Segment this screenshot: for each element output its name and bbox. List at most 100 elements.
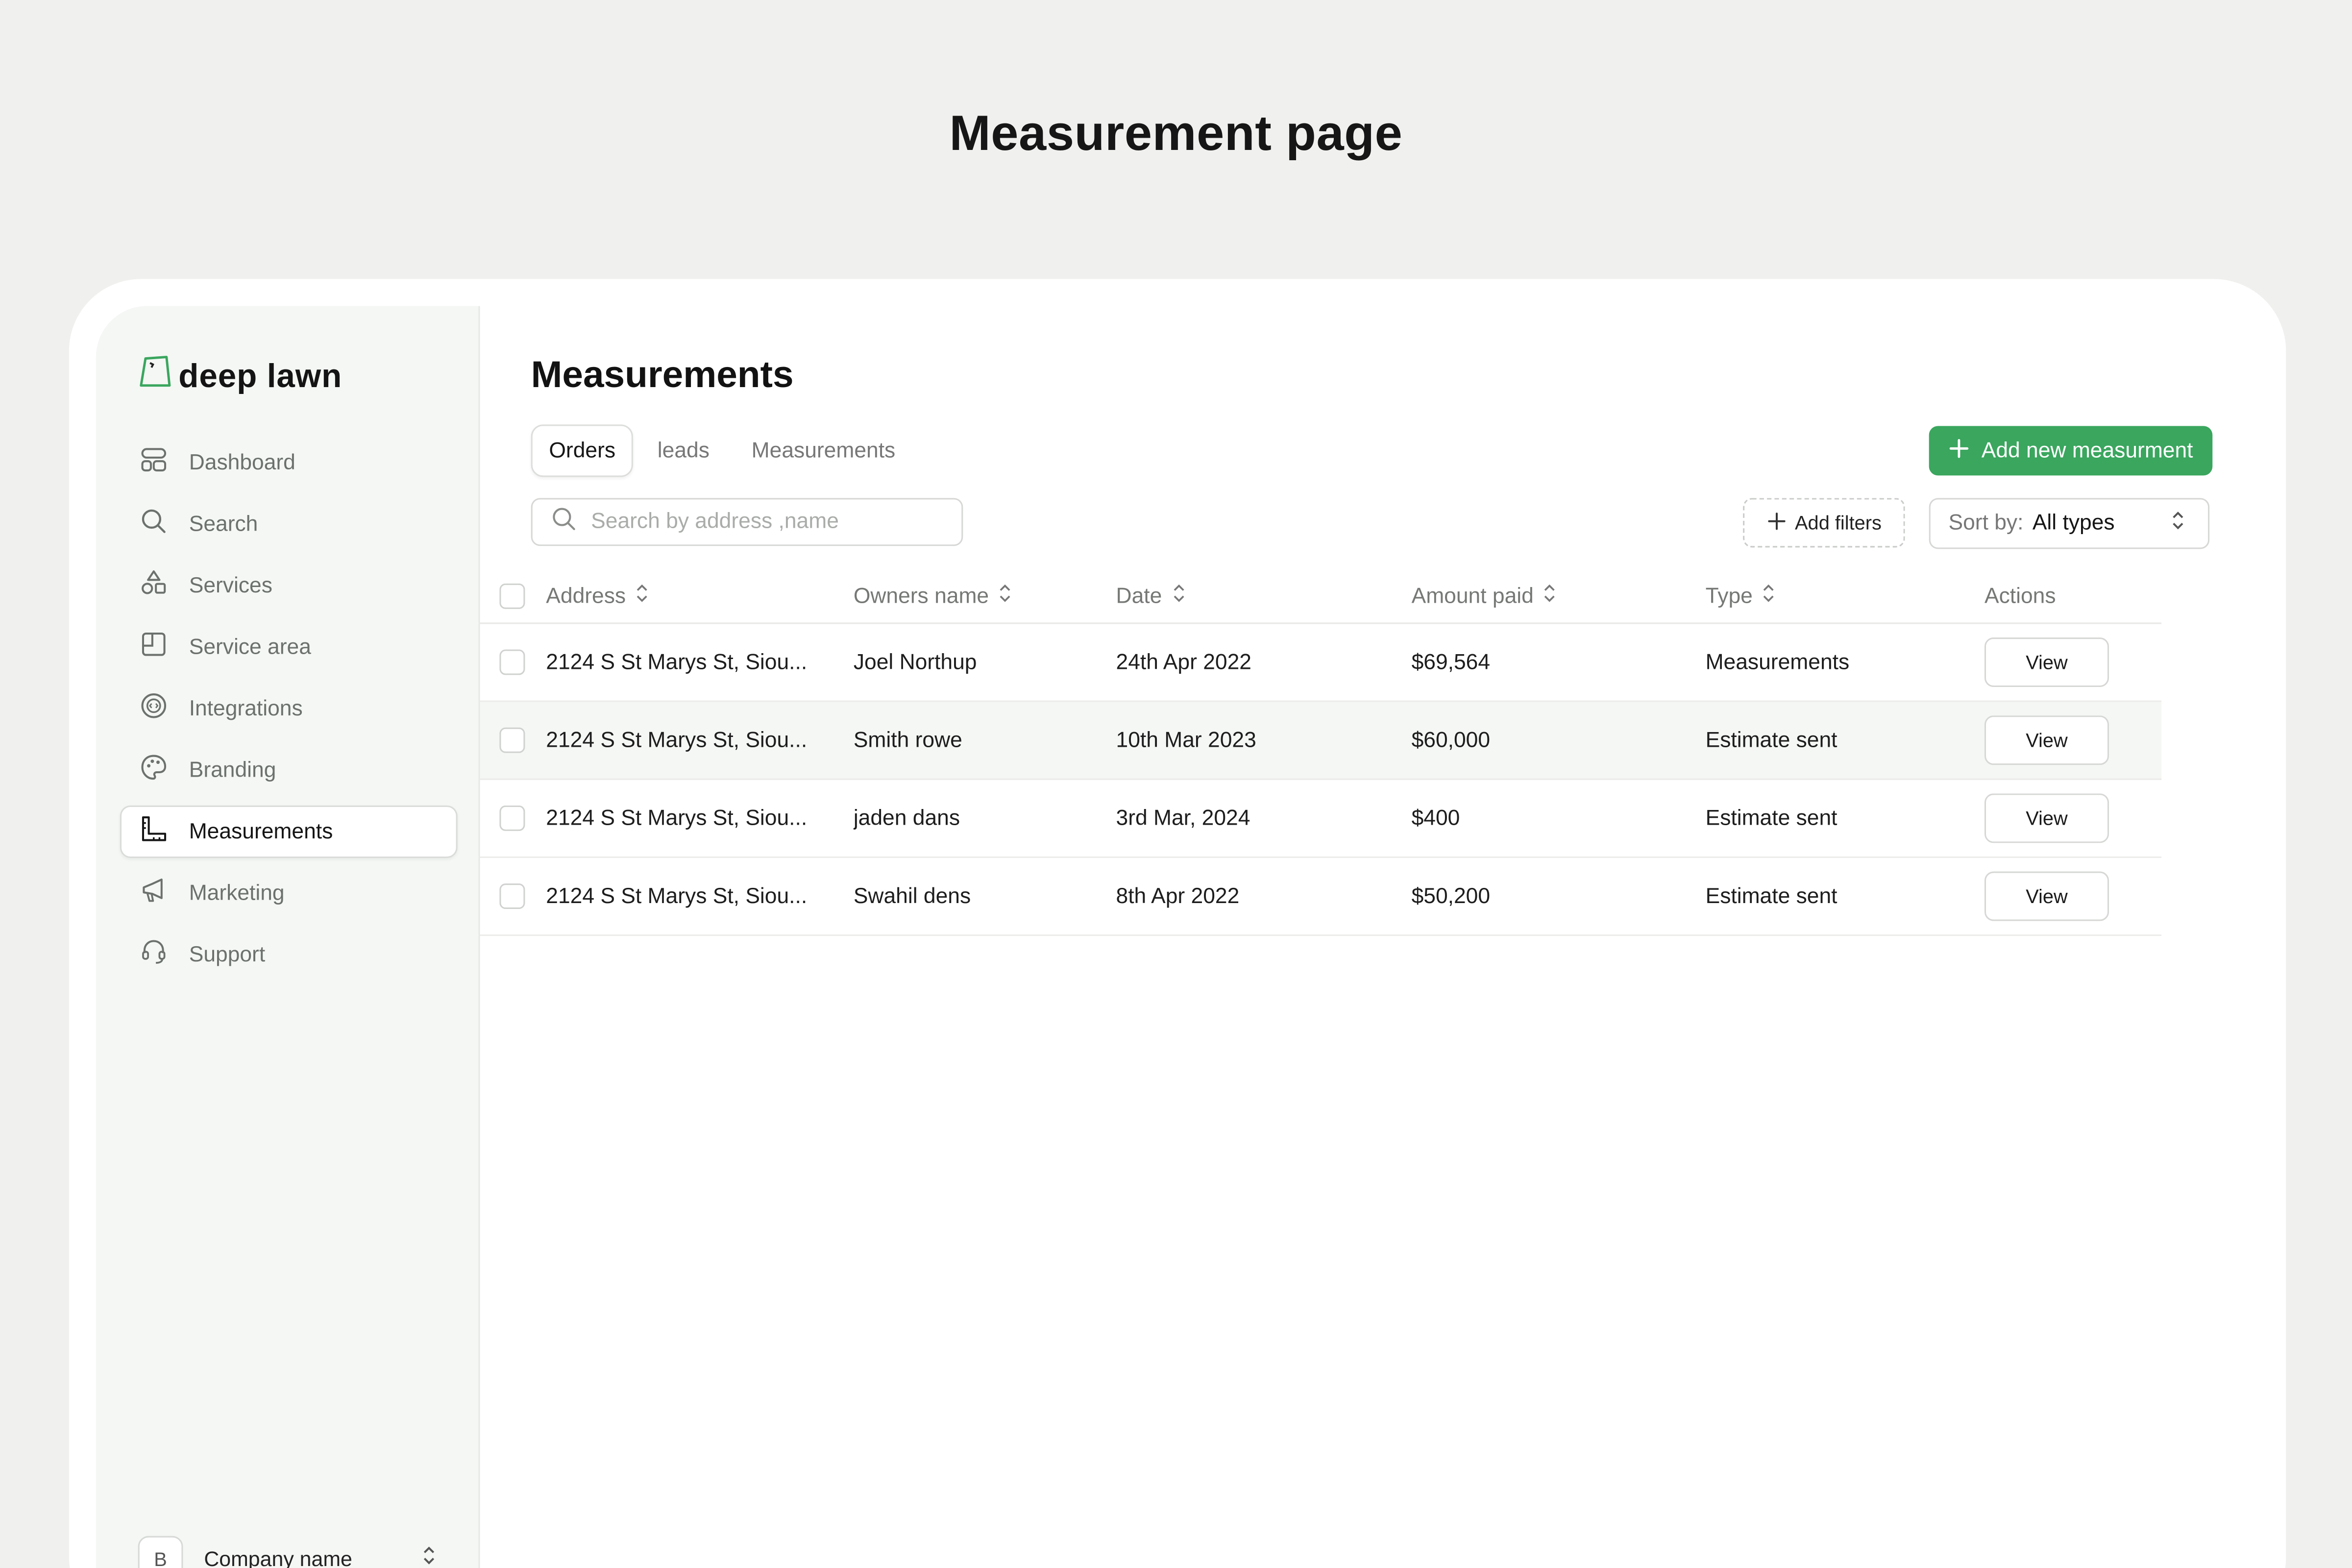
sidebar-item-service-area[interactable]: Service area: [120, 621, 458, 673]
view-button[interactable]: View: [1984, 793, 2109, 843]
table-header: Address Owners name Date Amount paid Typ…: [480, 570, 2162, 624]
column-header-owner[interactable]: Owners name: [854, 584, 1116, 609]
sidebar-item-label: Branding: [189, 758, 276, 783]
view-button[interactable]: View: [1984, 871, 2109, 921]
cell-date: 8th Apr 2022: [1116, 884, 1240, 908]
select-all-checkbox[interactable]: [499, 583, 525, 609]
palette-icon: [140, 753, 168, 787]
header-label: Owners name: [853, 584, 989, 609]
table-row: 2124 S St Marys St, Siou... jaden dans 3…: [480, 780, 2162, 858]
page-root: Measurement page deep lawn Dashboard Sea…: [0, 0, 2352, 1568]
dashboard-icon: [140, 445, 168, 480]
sidebar-item-label: Search: [189, 512, 258, 537]
cell-type: Estimate sent: [1705, 884, 1838, 908]
services-icon: [140, 568, 168, 603]
chevron-up-down-icon: [2169, 510, 2208, 537]
search-box: [531, 498, 963, 546]
search-icon: [140, 507, 168, 541]
brand-logo[interactable]: deep lawn: [140, 354, 342, 397]
sidebar-item-label: Dashboard: [189, 450, 295, 475]
company-switcher[interactable]: B Company name: [138, 1536, 438, 1568]
plus-icon: [1948, 437, 1969, 464]
table-row: 2124 S St Marys St, Siou... Joel Northup…: [480, 624, 2162, 702]
plus-icon: [1766, 511, 1786, 535]
sidebar-item-marketing[interactable]: Marketing: [120, 867, 458, 919]
cell-date: 24th Apr 2022: [1116, 650, 1251, 675]
row-checkbox[interactable]: [499, 805, 525, 831]
sidebar-item-label: Marketing: [189, 881, 285, 906]
column-header-type[interactable]: Type: [1706, 584, 1984, 609]
page-title: Measurement page: [949, 105, 1403, 161]
add-filters-label: Add filters: [1795, 511, 1882, 534]
view-button[interactable]: View: [1984, 637, 2109, 687]
sidebar-item-branding[interactable]: Branding: [120, 744, 458, 796]
header-label: Amount paid: [1411, 584, 1534, 609]
cell-address: 2124 S St Marys St, Siou...: [546, 650, 808, 675]
sidebar-item-services[interactable]: Services: [120, 560, 458, 612]
sidebar-item-dashboard[interactable]: Dashboard: [120, 437, 458, 489]
ruler-icon: [140, 814, 168, 849]
add-measurement-button[interactable]: Add new measurment: [1929, 426, 2213, 476]
column-header-date[interactable]: Date: [1116, 584, 1412, 609]
cell-date: 10th Mar 2023: [1116, 728, 1256, 753]
view-button[interactable]: View: [1984, 715, 2109, 765]
cell-amount: $60,000: [1411, 728, 1491, 753]
company-avatar: B: [138, 1536, 183, 1568]
cell-owner: Smith rowe: [853, 728, 962, 753]
megaphone-icon: [140, 876, 168, 910]
cell-date: 3rd Mar, 2024: [1116, 806, 1250, 831]
row-checkbox[interactable]: [499, 883, 525, 909]
sidebar-item-measurements[interactable]: Measurements: [120, 805, 458, 858]
chevron-up-down-icon: [420, 1544, 438, 1568]
tab-leads[interactable]: leads: [639, 424, 728, 477]
tab-measurements[interactable]: Measurements: [734, 424, 913, 477]
header-label: Actions: [1984, 584, 2056, 609]
row-checkbox[interactable]: [499, 649, 525, 675]
tab-orders[interactable]: Orders: [531, 424, 634, 477]
sort-icon: [635, 584, 650, 609]
row-checkbox[interactable]: [499, 727, 525, 753]
cell-amount: $69,564: [1411, 650, 1491, 675]
tab-bar: Orders leads Measurements: [531, 424, 913, 477]
header-label: Type: [1705, 584, 1753, 609]
table-row: 2124 S St Marys St, Siou... Smith rowe 1…: [480, 702, 2162, 780]
brand-name: deep lawn: [178, 356, 343, 394]
sort-icon: [998, 584, 1013, 609]
main-title: Measurements: [531, 354, 794, 396]
cell-owner: jaden dans: [853, 806, 960, 831]
search-input[interactable]: [591, 510, 936, 534]
cell-type: Measurements: [1705, 650, 1850, 675]
sort-value: All types: [2032, 511, 2115, 536]
cell-type: Estimate sent: [1705, 728, 1838, 753]
integrations-icon: [140, 691, 168, 726]
lawn-logo-icon: [140, 354, 172, 397]
sidebar-item-search[interactable]: Search: [120, 498, 458, 550]
sidebar-item-label: Service area: [189, 635, 311, 660]
column-header-amount[interactable]: Amount paid: [1412, 584, 1706, 609]
sort-label: Sort by:: [1948, 511, 2024, 536]
table-row: 2124 S St Marys St, Siou... Swahil dens …: [480, 858, 2162, 936]
add-filters-button[interactable]: Add filters: [1743, 498, 1905, 548]
measurements-table: Address Owners name Date Amount paid Typ…: [480, 570, 2162, 936]
column-header-address[interactable]: Address: [546, 584, 854, 609]
search-icon: [550, 505, 577, 539]
sort-icon: [1543, 584, 1558, 609]
headset-icon: [140, 937, 168, 972]
sidebar-item-label: Integrations: [189, 696, 303, 721]
header-label: Address: [546, 584, 626, 609]
sidebar-item-label: Support: [189, 942, 266, 967]
sort-select[interactable]: Sort by: All types: [1929, 498, 2210, 549]
cell-address: 2124 S St Marys St, Siou...: [546, 884, 808, 908]
sidebar-item-integrations[interactable]: Integrations: [120, 683, 458, 735]
cell-address: 2124 S St Marys St, Siou...: [546, 728, 808, 753]
cell-owner: Swahil dens: [853, 884, 971, 908]
sidebar-item-label: Measurements: [189, 819, 333, 844]
service-area-icon: [140, 630, 168, 664]
sidebar-item-support[interactable]: Support: [120, 929, 458, 981]
column-header-actions: Actions: [1984, 584, 2161, 608]
cell-owner: Joel Northup: [853, 650, 977, 675]
company-name: Company name: [204, 1546, 352, 1568]
sidebar-item-label: Services: [189, 573, 272, 598]
sort-icon: [1171, 584, 1186, 609]
sort-icon: [1762, 584, 1777, 609]
